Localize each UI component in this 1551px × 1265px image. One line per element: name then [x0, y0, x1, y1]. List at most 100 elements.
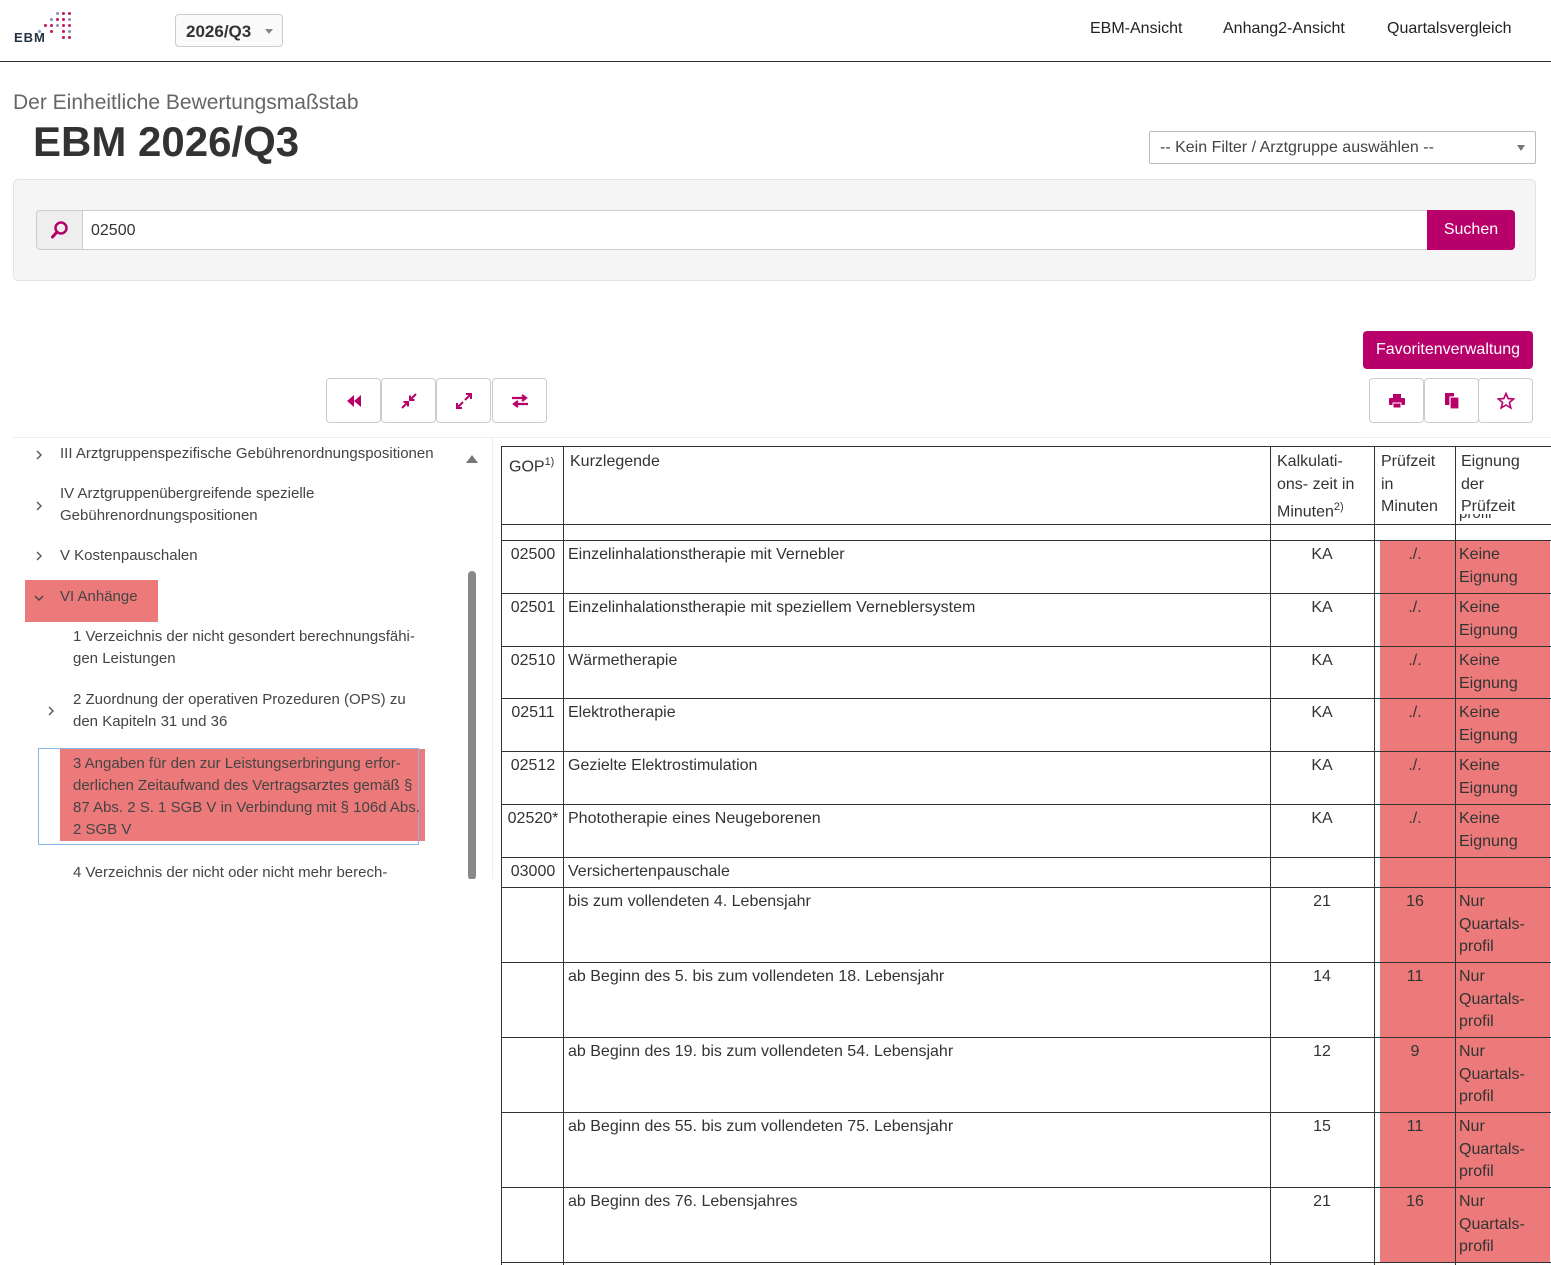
table-cell-eignung: profil [1459, 1013, 1494, 1030]
arztgruppe-filter-select[interactable]: -- Kein Filter / Arztgruppe auswählen -- [1149, 131, 1536, 164]
table-cell-kalkulationszeit: 21 [1313, 1193, 1331, 1210]
search-input[interactable]: 02500 [82, 210, 1428, 250]
table-row-divider [501, 962, 1551, 963]
table-cell-gop: 02501 [510, 599, 556, 616]
print-icon [1388, 393, 1405, 408]
logo-dot [50, 24, 53, 27]
print-button[interactable] [1369, 378, 1424, 423]
logo-dot [68, 24, 71, 27]
table-cell-kalkulationszeit: KA [1311, 546, 1333, 563]
chevron-down-icon [265, 29, 273, 34]
quarter-select[interactable]: 2026/Q3 [175, 14, 283, 47]
tree-item-anhang-2[interactable]: 2 Zuordnung der operativen Prozeduren (O… [73, 689, 406, 733]
table-cell-gop: 02520* [507, 810, 559, 827]
search-addon [36, 210, 83, 250]
copy-button[interactable] [1424, 378, 1479, 423]
favoritenverwaltung-button[interactable]: Favoritenverwaltung [1363, 331, 1533, 369]
table-cell-eignung: Quartals- [1459, 1140, 1525, 1158]
expand-button[interactable] [436, 378, 491, 423]
header-gop: GOP1) [509, 456, 555, 476]
chevron-right-icon[interactable] [46, 706, 56, 716]
table-cell-kurzlegende: ab Beginn des 76. Lebensjahres [568, 1193, 798, 1210]
table-cell-kalkulationszeit: 15 [1313, 1118, 1331, 1135]
logo-dot [56, 18, 59, 21]
table-cell-pruefzeit: ./. [1408, 652, 1422, 669]
table-cell-pruefzeit: 11 [1406, 968, 1424, 985]
nav-ebm-ansicht[interactable]: EBM-Ansicht [1090, 20, 1182, 38]
tree-item-iii[interactable]: III Arztgruppenspezifische Gebührenordnu… [60, 443, 434, 465]
chevron-right-icon[interactable] [34, 551, 44, 561]
tree-item-iv[interactable]: IV Arztgruppenübergreifende spezielle Ge… [60, 483, 314, 527]
table-cell-eignung: Eignung [1459, 832, 1518, 850]
table-cell-kurzlegende: Wärmetherapie [568, 652, 678, 669]
filter-select-value: -- Kein Filter / Arztgruppe auswählen -- [1160, 139, 1434, 156]
table-row-divider [501, 1112, 1551, 1113]
header-pruefzeit: Prüfzeit [1381, 453, 1436, 470]
header-gop-footnote: 1) [544, 456, 555, 468]
fast-backward-button[interactable] [326, 378, 381, 423]
table-row-divider [501, 540, 1551, 541]
logo-dot [50, 30, 53, 33]
nav-quartalsvergleich[interactable]: Quartalsvergleich [1387, 20, 1512, 38]
scroll-up-icon[interactable] [466, 455, 478, 463]
table-cell-eignung: Quartals- [1459, 990, 1525, 1008]
logo-dot [56, 24, 59, 27]
favorite-button[interactable] [1478, 378, 1533, 423]
search-button[interactable]: Suchen [1427, 210, 1515, 250]
table-row-divider [501, 804, 1551, 805]
swap-button[interactable] [492, 378, 547, 423]
logo-dot [44, 24, 47, 27]
logo-dot [50, 18, 53, 21]
tree-item-anhang-1[interactable]: 1 Verzeichnis der nicht gesondert berech… [73, 626, 415, 670]
table-cell-pruefzeit: ./. [1408, 757, 1422, 774]
tree-item-v[interactable]: V Kostenpauschalen [60, 545, 198, 567]
chapter-tree: III Arztgruppenspezifische Gebührenordnu… [13, 437, 493, 879]
table-cell-eignung: Eignung [1459, 621, 1518, 639]
tree-item-label: V Kostenpauschalen [60, 547, 198, 564]
collapse-button[interactable] [381, 378, 436, 423]
chevron-right-icon[interactable] [34, 450, 44, 460]
table-cell-kurzlegende: ab Beginn des 55. bis zum vollendeten 75… [568, 1118, 954, 1135]
swap-icon [511, 393, 528, 408]
logo-dot [68, 12, 71, 15]
star-icon [1496, 391, 1515, 410]
table-cell-eignung: Keine [1459, 546, 1500, 563]
tree-item-label: VI Anhänge [60, 588, 138, 605]
tree-item-label: III Arztgruppenspezifische Gebührenordnu… [60, 445, 434, 462]
tree-item-label-line: den Kapiteln 31 und 36 [73, 713, 228, 730]
chevron-right-icon[interactable] [34, 501, 44, 511]
table-cell-gop: 02511 [511, 704, 555, 721]
table-row-divider [501, 1037, 1551, 1038]
quarter-select-value: 2026/Q3 [186, 22, 252, 41]
tree-item-anhang-3[interactable]: 3 Angaben für den zur Leistungserbringun… [73, 753, 420, 841]
tree-scrollbar-thumb[interactable] [468, 571, 476, 879]
tree-item-label-line: gen Leistungen [73, 650, 176, 667]
table-cell-kurzlegende: Gezielte Elektrostimulation [568, 757, 758, 774]
table-cell-kurzlegende: Einzelinhalationstherapie mit Vernebler [568, 546, 845, 563]
chevron-down-icon[interactable] [34, 593, 44, 603]
table-col-divider [563, 446, 564, 1265]
table-cell-gop: 02510 [510, 652, 556, 669]
table-cell-pruefzeit: 9 [1410, 1043, 1420, 1060]
logo-dot [62, 12, 65, 15]
table-cell-gop: 02512 [510, 757, 556, 774]
tree-item-anhang-4[interactable]: 4 Verzeichnis der nicht oder nicht mehr … [73, 862, 387, 879]
table-cell-pruefzeit: ./. [1408, 704, 1422, 721]
table-cell-gop: 02500 [510, 546, 556, 563]
table-cell-kurzlegende: Einzelinhalationstherapie mit speziellem… [568, 599, 976, 616]
nav-anhang2-ansicht[interactable]: Anhang2-Ansicht [1223, 20, 1345, 38]
table-cell-eignung: Nur [1459, 1043, 1485, 1060]
table-row-divider [501, 646, 1551, 647]
tree-item-label-line: 3 Angaben für den zur Leistungserbringun… [73, 755, 401, 772]
ebm-logo[interactable]: EBM [14, 12, 71, 48]
tree-item-vi[interactable]: VI Anhänge [60, 586, 138, 608]
logo-text: EBM [14, 30, 46, 45]
table-cell-kurzlegende: Versichertenpauschale [568, 863, 730, 880]
table-cell-kurzlegende: Elektrotherapie [568, 704, 676, 721]
tree-item-label-line: 2 SGB V [73, 821, 132, 838]
table-cell-kalkulationszeit: 14 [1313, 968, 1331, 985]
header-kalkulationszeit: ons- zeit in [1277, 475, 1355, 493]
logo-dot [62, 30, 65, 33]
chevron-down-icon [1517, 145, 1525, 151]
table-cell-eignung: Keine [1459, 704, 1500, 721]
